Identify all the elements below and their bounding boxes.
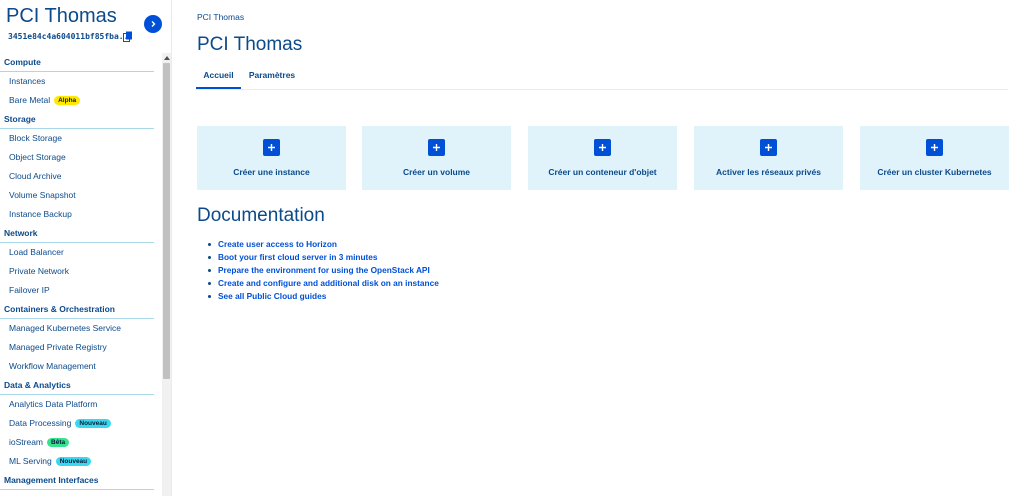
create-volume-tile[interactable]: Créer un volume xyxy=(362,126,511,190)
sidebar-item-label: Block Storage xyxy=(9,133,62,143)
status-badge: Nouveau xyxy=(55,457,92,466)
create-kubernetes-cluster-tile[interactable]: Créer un cluster Kubernetes xyxy=(860,126,1009,190)
page-title: PCI Thomas xyxy=(197,34,303,55)
sidebar-item-block-storage[interactable]: Block Storage xyxy=(0,129,162,148)
sidebar-scrollbar[interactable] xyxy=(162,53,171,496)
plus-icon xyxy=(760,139,777,156)
section-title-containers-orchestration: Containers & Orchestration xyxy=(0,300,154,319)
section-title-compute: Compute xyxy=(0,53,154,72)
project-id: 3451e84c4a604011bf85fba... xyxy=(8,32,134,41)
sidebar: PCI Thomas 3451e84c4a604011bf85fba... Co… xyxy=(0,0,172,496)
sidebar-item-label: Cloud Archive xyxy=(9,171,62,181)
sidebar-item-failover-ip[interactable]: Failover IP xyxy=(0,281,162,300)
sidebar-item-instances[interactable]: Instances xyxy=(0,72,162,91)
documentation-title: Documentation xyxy=(197,205,325,226)
sidebar-item-label: Managed Kubernetes Service xyxy=(9,323,121,333)
sidebar-item-label: Workflow Management xyxy=(9,361,96,371)
tab-parametres[interactable]: Paramètres xyxy=(247,66,297,89)
chevron-right-icon xyxy=(151,21,156,27)
tab-accueil[interactable]: Accueil xyxy=(196,66,241,89)
triangle-up-icon xyxy=(163,55,170,60)
sidebar-item-label: ML Serving xyxy=(9,456,52,466)
sidebar-item-label: Object Storage xyxy=(9,152,66,162)
bullet-icon xyxy=(208,269,211,272)
sidebar-item-label: Bare Metal xyxy=(9,95,51,105)
sidebar-item-instance-backup[interactable]: Instance Backup xyxy=(0,205,162,224)
sidebar-item-ml-serving[interactable]: ML Serving Nouveau xyxy=(0,452,162,471)
plus-icon xyxy=(263,139,280,156)
action-tiles: Créer une instance Créer un volume Créer… xyxy=(197,126,1009,190)
action-label: Activer les réseaux privés xyxy=(716,167,821,177)
project-title: PCI Thomas xyxy=(6,5,117,27)
action-label: Créer un conteneur d'objet xyxy=(548,167,657,177)
breadcrumb[interactable]: PCI Thomas xyxy=(197,12,244,22)
sidebar-item-analytics-data-platform[interactable]: Analytics Data Platform xyxy=(0,395,162,414)
doc-link[interactable]: Boot your first cloud server in 3 minute… xyxy=(208,251,439,264)
section-title-data-analytics: Data & Analytics xyxy=(0,376,154,395)
sidebar-item-label: Managed Private Registry xyxy=(9,342,107,352)
sidebar-item-object-storage[interactable]: Object Storage xyxy=(0,148,162,167)
bullet-icon xyxy=(208,282,211,285)
sidebar-item-cloud-archive[interactable]: Cloud Archive xyxy=(0,167,162,186)
sidebar-nav: Compute Instances Bare Metal Alpha Storage Bl… xyxy=(0,53,162,496)
status-badge: Bêta xyxy=(47,438,70,447)
sidebar-item-workflow-management[interactable]: Workflow Management xyxy=(0,357,162,376)
status-badge: Nouveau xyxy=(75,419,111,428)
action-label: Créer un cluster Kubernetes xyxy=(877,167,992,177)
doc-link[interactable]: Create user access to Horizon xyxy=(208,238,439,251)
plus-icon xyxy=(926,139,943,156)
section-title-network: Network xyxy=(0,224,154,243)
sidebar-item-volume-snapshot[interactable]: Volume Snapshot xyxy=(0,186,162,205)
scroll-up-arrow[interactable] xyxy=(162,53,171,62)
action-label: Créer une instance xyxy=(233,167,310,177)
sidebar-item-private-network[interactable]: Private Network xyxy=(0,262,162,281)
create-object-container-tile[interactable]: Créer un conteneur d'objet xyxy=(528,126,677,190)
sidebar-item-label: Load Balancer xyxy=(9,247,64,257)
sidebar-item-iostream[interactable]: ioStream Bêta xyxy=(0,433,162,452)
doc-link-label: Boot your first cloud server in 3 minute… xyxy=(218,252,378,262)
doc-link-label: Create user access to Horizon xyxy=(218,239,337,249)
section-title-management-interfaces: Management Interfaces xyxy=(0,471,154,490)
create-instance-tile[interactable]: Créer une instance xyxy=(197,126,346,190)
scroll-thumb[interactable] xyxy=(163,63,170,379)
doc-link[interactable]: Prepare the environment for using the Op… xyxy=(208,264,439,277)
section-title-storage: Storage xyxy=(0,110,154,129)
sidebar-header: PCI Thomas 3451e84c4a604011bf85fba... xyxy=(0,0,172,52)
sidebar-item-label: Private Network xyxy=(9,266,69,276)
sidebar-item-managed-kubernetes-service[interactable]: Managed Kubernetes Service xyxy=(0,319,162,338)
sidebar-item-label: Instance Backup xyxy=(9,209,72,219)
tab-bar: Accueil Paramètres xyxy=(196,66,1008,90)
doc-link[interactable]: Create and configure and additional disk… xyxy=(208,277,439,290)
sidebar-item-label: ioStream xyxy=(9,437,44,447)
documentation-links: Create user access to Horizon Boot your … xyxy=(208,238,439,303)
bullet-icon xyxy=(208,295,211,298)
plus-icon xyxy=(428,139,445,156)
sidebar-item-managed-private-registry[interactable]: Managed Private Registry xyxy=(0,338,162,357)
main-content: PCI Thomas PCI Thomas Accueil Paramètres… xyxy=(172,0,1024,496)
sidebar-item-label: Volume Snapshot xyxy=(9,190,76,200)
doc-link-label: See all Public Cloud guides xyxy=(218,291,327,301)
bullet-icon xyxy=(208,243,211,246)
sidebar-item-load-balancer[interactable]: Load Balancer xyxy=(0,243,162,262)
sidebar-item-label: Data Processing xyxy=(9,418,72,428)
doc-link[interactable]: See all Public Cloud guides xyxy=(208,290,439,303)
sidebar-toggle-button[interactable] xyxy=(144,15,162,33)
sidebar-item-label: Analytics Data Platform xyxy=(9,399,98,409)
doc-link-label: Prepare the environment for using the Op… xyxy=(218,265,430,275)
sidebar-item-bare-metal[interactable]: Bare Metal Alpha xyxy=(0,91,162,110)
sidebar-item-label: Instances xyxy=(9,76,46,86)
plus-icon xyxy=(594,139,611,156)
doc-link-label: Create and configure and additional disk… xyxy=(218,278,439,288)
sidebar-item-data-processing[interactable]: Data Processing Nouveau xyxy=(0,414,162,433)
status-badge: Alpha xyxy=(54,96,81,105)
enable-private-networks-tile[interactable]: Activer les réseaux privés xyxy=(694,126,843,190)
copy-icon[interactable] xyxy=(123,31,133,42)
bullet-icon xyxy=(208,256,211,259)
action-label: Créer un volume xyxy=(402,167,471,177)
sidebar-item-label: Failover IP xyxy=(9,285,50,295)
